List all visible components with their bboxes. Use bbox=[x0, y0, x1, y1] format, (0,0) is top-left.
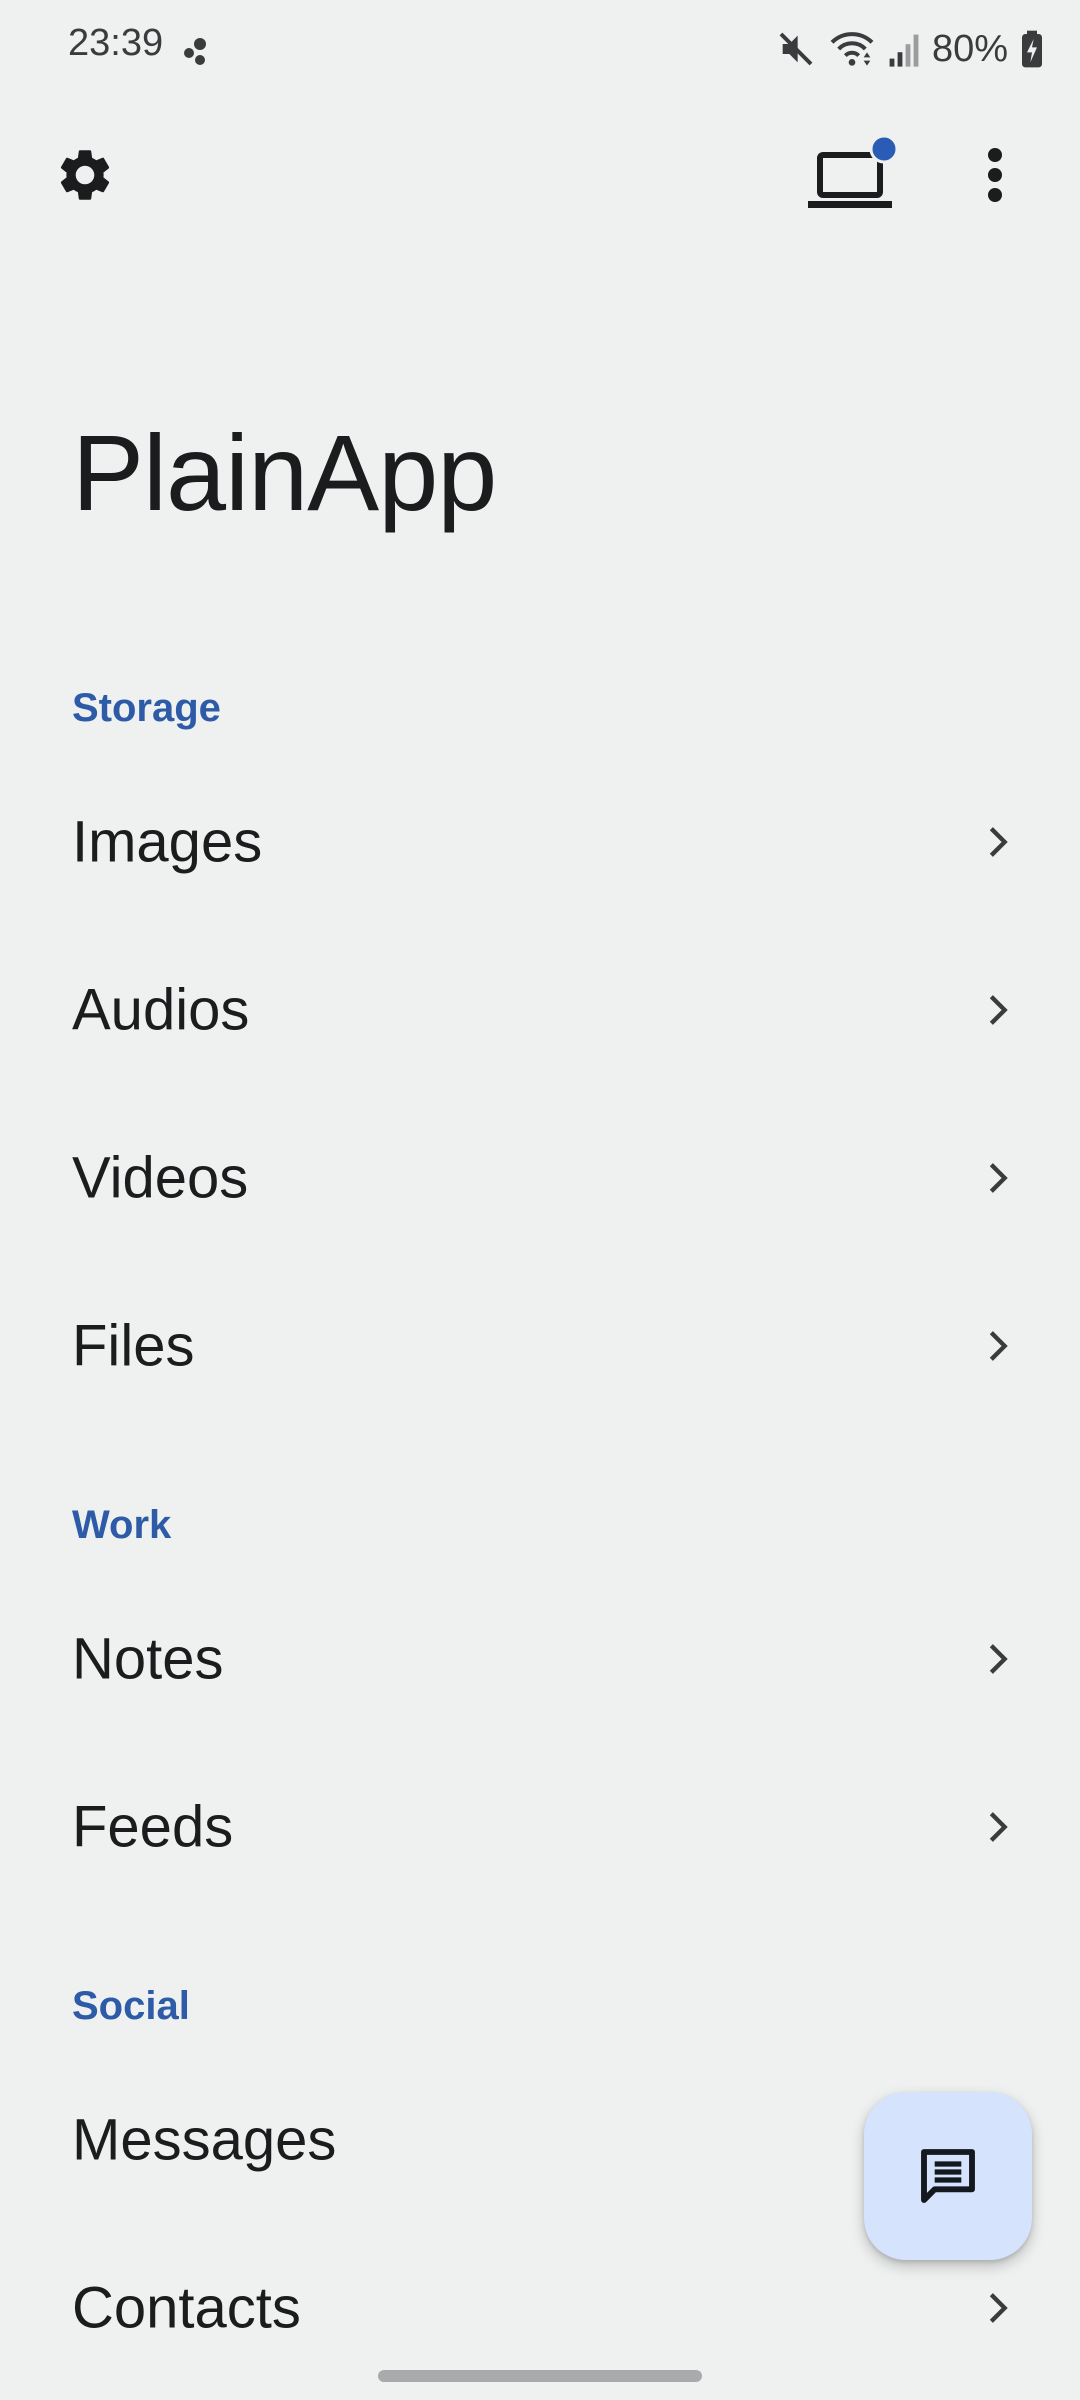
laptop-icon bbox=[808, 135, 898, 208]
list-item-label: Feeds bbox=[72, 1794, 234, 1860]
notification-dots-icon bbox=[184, 38, 206, 65]
web-console-button[interactable] bbox=[800, 130, 904, 220]
status-bar: 23:39 80% bbox=[0, 0, 1080, 96]
section-header-social: Social bbox=[72, 1984, 190, 2028]
chevron-right-icon bbox=[989, 1644, 1008, 1674]
list-item-label: Messages bbox=[72, 2107, 337, 2173]
list-item-label: Audios bbox=[72, 977, 250, 1043]
list-item-videos[interactable]: Videos bbox=[0, 1094, 1080, 1262]
list-item-label: Videos bbox=[72, 1145, 249, 1211]
signal-icon bbox=[889, 34, 919, 67]
list-item-files[interactable]: Files bbox=[0, 1262, 1080, 1430]
section-header-work: Work bbox=[72, 1503, 172, 1547]
battery-percent: 80% bbox=[931, 27, 1008, 70]
chevron-right-icon bbox=[989, 827, 1008, 857]
status-time: 23:39 bbox=[68, 22, 164, 64]
notification-badge bbox=[869, 135, 898, 164]
list-item-images[interactable]: Images bbox=[0, 758, 1080, 926]
list-item-label: Files bbox=[72, 1313, 195, 1379]
settings-button[interactable] bbox=[40, 130, 130, 220]
list-item-label: Notes bbox=[72, 1626, 224, 1692]
chevron-right-icon bbox=[989, 1812, 1008, 1842]
chevron-right-icon bbox=[989, 1163, 1008, 1193]
home-indicator[interactable] bbox=[378, 2370, 702, 2382]
chevron-right-icon bbox=[989, 995, 1008, 1025]
list-item-audios[interactable]: Audios bbox=[0, 926, 1080, 1094]
gear-icon bbox=[60, 150, 110, 200]
chat-icon bbox=[921, 2149, 975, 2203]
top-app-bar bbox=[0, 120, 1080, 230]
list-item-label: Images bbox=[72, 809, 263, 875]
list-item-notes[interactable]: Notes bbox=[0, 1575, 1080, 1743]
status-icons: 80% bbox=[776, 24, 1044, 74]
list-item-feeds[interactable]: Feeds bbox=[0, 1743, 1080, 1911]
list-item-label: Contacts bbox=[72, 2275, 301, 2341]
chevron-right-icon bbox=[989, 1331, 1008, 1361]
battery-charging-icon bbox=[1022, 30, 1042, 68]
more-vert-icon bbox=[988, 148, 1002, 202]
wifi-icon bbox=[830, 32, 874, 66]
chevron-right-icon bbox=[989, 2293, 1008, 2323]
more-options-button[interactable] bbox=[950, 130, 1040, 220]
chat-fab-button[interactable] bbox=[864, 2092, 1032, 2260]
section-header-storage: Storage bbox=[72, 686, 221, 730]
mute-icon bbox=[779, 32, 813, 66]
app-title: PlainApp bbox=[72, 412, 497, 533]
